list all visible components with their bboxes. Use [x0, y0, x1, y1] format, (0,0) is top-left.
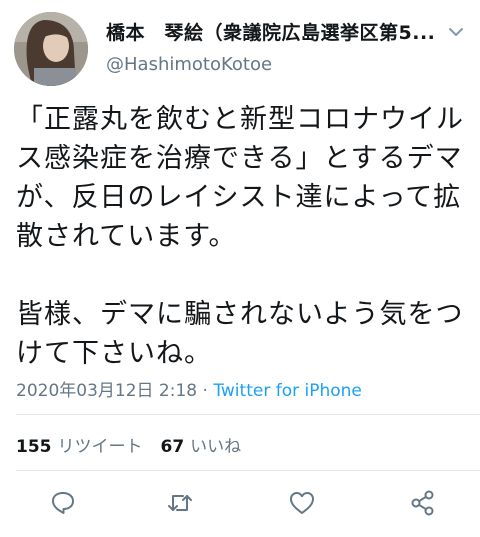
avatar-photo [14, 12, 88, 86]
chevron-down-icon[interactable] [446, 22, 466, 42]
tweet-source-link[interactable]: Twitter for iPhone [213, 381, 362, 401]
avatar[interactable] [14, 12, 88, 86]
divider [16, 414, 480, 415]
tweet-timestamp[interactable]: 2020年03月12日 2:18 [16, 381, 197, 401]
reply-icon [52, 492, 74, 514]
tweet-card: 橋本 琴絵（衆議院広島選挙区第5... @HashimotoKotoe 「正露丸… [0, 0, 480, 537]
share-icon [411, 490, 434, 516]
tweet-meta: 2020年03月12日 2:18 · Twitter for iPhone [16, 376, 362, 401]
user-handle[interactable]: @HashimotoKotoe [106, 54, 272, 75]
likes-stat[interactable]: 67 いいね [161, 437, 242, 457]
retweet-button[interactable] [165, 488, 195, 518]
likes-label: いいね [190, 437, 242, 457]
heart-icon [290, 492, 314, 514]
likes-count: 67 [160, 437, 185, 457]
retweets-label: リツイート [57, 437, 143, 457]
retweets-count: 155 [16, 437, 52, 457]
action-bar [0, 488, 480, 528]
meta-separator: · [197, 381, 214, 401]
display-name[interactable]: 橋本 琴絵（衆議院広島選挙区第5... [106, 18, 436, 45]
like-button[interactable] [287, 488, 317, 518]
share-button[interactable] [408, 488, 438, 518]
reply-button[interactable] [48, 488, 78, 518]
tweet-text: 「正露丸を飲むと新型コロナウイルス感染症を治療できる」とするデマが、反日のレイシ… [16, 104, 464, 369]
retweets-stat[interactable]: 155 リツイート [16, 437, 143, 457]
engagement-stats: 155 リツイート 67 いいね [16, 432, 241, 457]
retweet-icon [168, 495, 192, 511]
divider [16, 470, 480, 471]
